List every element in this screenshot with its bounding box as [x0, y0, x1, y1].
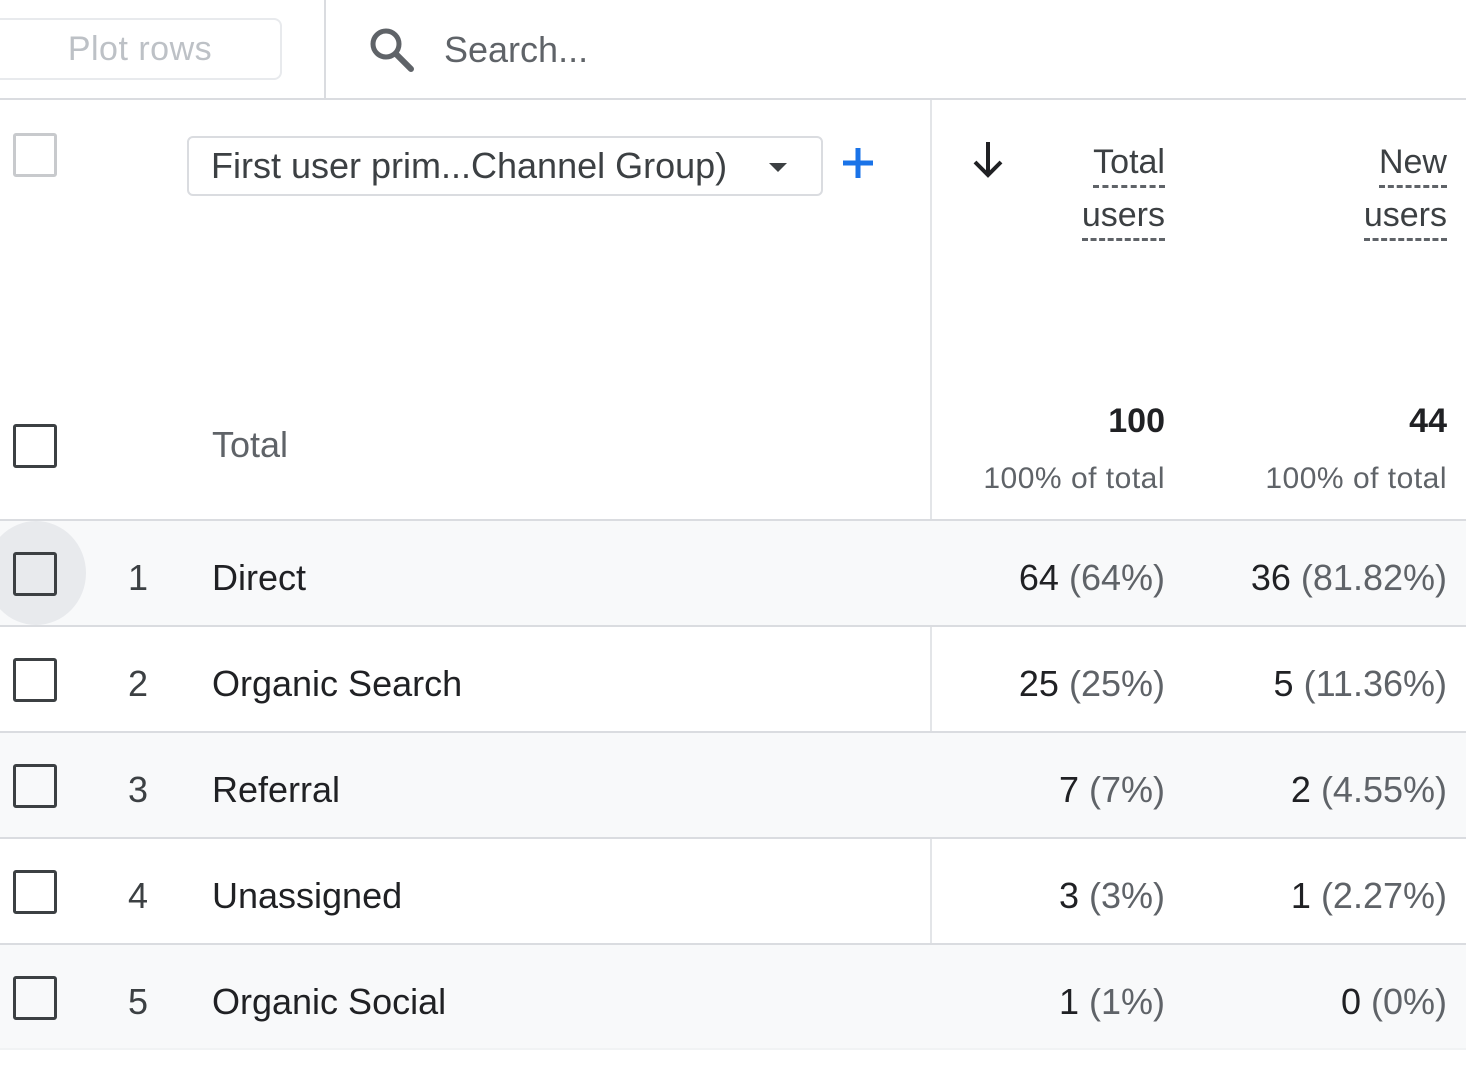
row-new-users: 36 (81.82%) — [1251, 557, 1447, 599]
column-header-total-users[interactable]: Total users — [1081, 136, 1165, 242]
row-dimension: Referral — [212, 769, 341, 810]
chevron-down-icon — [769, 163, 787, 172]
total-label: Total — [212, 424, 289, 465]
row-value: 36 — [1250, 557, 1291, 598]
row-percent: (11.36%) — [1303, 663, 1447, 704]
row-new-users: 1 (2.27%) — [1291, 875, 1447, 917]
search-icon[interactable] — [366, 24, 418, 76]
row-new-users: 0 (0%) — [1341, 981, 1447, 1023]
row-value: 25 — [1018, 663, 1059, 704]
arrow-down-icon[interactable] — [970, 138, 1006, 182]
table-bottom-border — [0, 1048, 1466, 1050]
new-users-value: 44 — [1409, 402, 1447, 440]
row-checkbox[interactable] — [13, 552, 57, 596]
row-total-users: 7 (7%) — [1059, 769, 1165, 811]
total-row-checkbox[interactable] — [13, 424, 57, 468]
row-index: 3 — [128, 769, 149, 810]
row-dimension: Organic Social — [212, 981, 447, 1022]
row-new-users: 2 (4.55%) — [1291, 769, 1447, 811]
table-row[interactable]: 4 Unassigned 3 (3%) 1 (2.27%) — [0, 837, 1466, 943]
row-checkbox[interactable] — [13, 658, 57, 702]
row-value: 64 — [1018, 557, 1059, 598]
new-users-subtitle: 100% of total — [1265, 462, 1447, 495]
toolbar-divider — [324, 0, 326, 100]
row-value: 1 — [1290, 875, 1311, 916]
row-percent: (81.82%) — [1300, 557, 1447, 598]
search-input[interactable] — [444, 24, 1044, 76]
row-total-users: 64 (64%) — [1019, 557, 1165, 599]
row-checkbox[interactable] — [13, 764, 57, 808]
row-index: 4 — [128, 875, 149, 916]
table-row[interactable]: 3 Referral 7 (7%) 2 (4.55%) — [0, 731, 1466, 837]
column-header-line: users — [1081, 194, 1165, 241]
row-total-users: 25 (25%) — [1019, 663, 1165, 705]
row-total-users: 1 (1%) — [1059, 981, 1165, 1023]
table-toolbar: Plot rows — [0, 0, 1466, 100]
row-index: 1 — [128, 557, 149, 598]
row-percent: (3%) — [1088, 875, 1165, 916]
column-header-line: Total — [1093, 141, 1165, 188]
row-percent: (7%) — [1088, 769, 1165, 810]
table-row[interactable]: 2 Organic Search 25 (25%) 5 (11.36%) — [0, 625, 1466, 731]
column-header-line: New — [1378, 141, 1447, 188]
row-dimension: Direct — [212, 557, 307, 598]
row-dimension: Unassigned — [212, 875, 403, 916]
select-all-checkbox[interactable] — [13, 133, 57, 177]
plus-icon[interactable] — [838, 143, 878, 183]
row-percent: (0%) — [1370, 981, 1447, 1022]
row-percent: (2.27%) — [1320, 875, 1447, 916]
row-checkbox[interactable] — [13, 976, 57, 1020]
row-new-users: 5 (11.36%) — [1274, 663, 1447, 705]
column-header-new-users[interactable]: New users — [1363, 136, 1447, 242]
plot-rows-button[interactable]: Plot rows — [0, 18, 282, 80]
table-row[interactable]: 1 Direct 64 (64%) 36 (81.82%) — [0, 519, 1466, 625]
row-percent: (4.55%) — [1320, 769, 1447, 810]
table-row[interactable]: 5 Organic Social 1 (1%) 0 (0%) — [0, 943, 1466, 1048]
row-value: 0 — [1340, 981, 1361, 1022]
row-value: 2 — [1290, 769, 1311, 810]
row-value: 3 — [1058, 875, 1079, 916]
row-value: 1 — [1058, 981, 1079, 1022]
row-index: 2 — [128, 663, 149, 704]
column-header-line: users — [1363, 194, 1447, 241]
total-users-subtitle: 100% of total — [983, 462, 1165, 495]
row-percent: (1%) — [1088, 981, 1165, 1022]
dimension-dropdown-label: First user prim...Channel Group) — [211, 145, 728, 186]
row-value: 5 — [1273, 663, 1294, 704]
row-index: 5 — [128, 981, 149, 1022]
dimension-dropdown[interactable]: First user prim...Channel Group) — [187, 136, 823, 196]
row-percent: (64%) — [1068, 557, 1165, 598]
total-users-value: 100 — [1108, 402, 1165, 440]
row-checkbox[interactable] — [13, 870, 57, 914]
row-total-users: 3 (3%) — [1059, 875, 1165, 917]
row-dimension: Organic Search — [212, 663, 463, 704]
row-value: 7 — [1058, 769, 1079, 810]
row-percent: (25%) — [1068, 663, 1165, 704]
